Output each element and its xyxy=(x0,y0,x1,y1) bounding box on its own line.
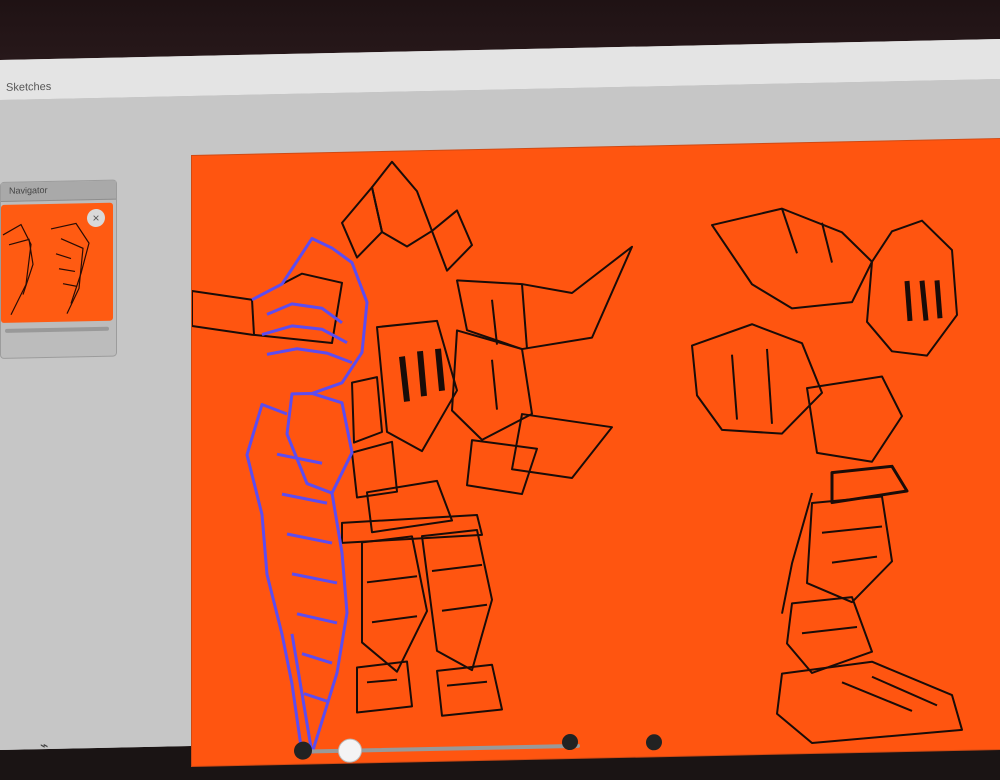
knight-sketch xyxy=(191,160,963,754)
side-knight-lines xyxy=(691,207,963,744)
navigator-scrollbar[interactable] xyxy=(5,326,109,333)
options-button[interactable] xyxy=(646,734,662,751)
zoom-out-button[interactable] xyxy=(294,741,312,760)
drawing-canvas[interactable] xyxy=(191,139,1000,766)
window-title: Sketches xyxy=(6,80,52,94)
brush-tool-icon[interactable]: ⌁ xyxy=(40,737,48,754)
zoom-slider-handle[interactable] xyxy=(338,738,362,763)
front-knight-lines xyxy=(191,160,633,717)
navigator-title: Navigator xyxy=(9,185,48,196)
navigator-header[interactable]: Navigator xyxy=(1,180,116,202)
navigator-panel[interactable]: Navigator × xyxy=(0,179,117,359)
sword-highlight xyxy=(245,236,369,754)
workspace: Navigator × xyxy=(0,79,1000,766)
screen: Sketches Navigator × ⌁ xyxy=(0,39,1000,766)
